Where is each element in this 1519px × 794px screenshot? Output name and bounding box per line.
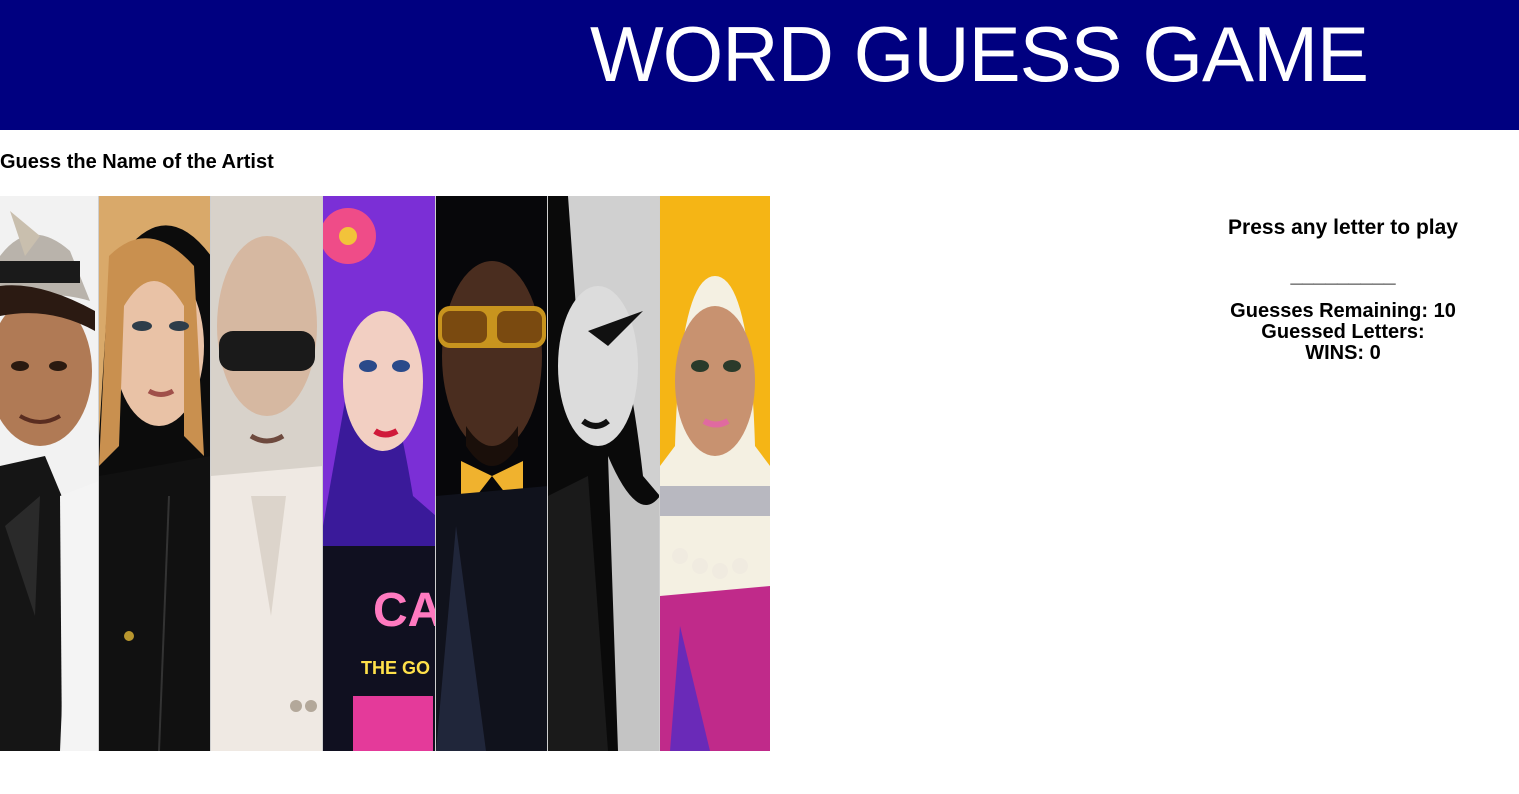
page-title: WORD GUESS GAME <box>590 10 1369 98</box>
artist-strip-3 <box>211 196 323 751</box>
game-stats: Guesses Remaining: 10 Guessed Letters: W… <box>1190 301 1496 364</box>
guesses-remaining: Guesses Remaining: 10 <box>1230 300 1456 322</box>
word-blanks: _________ <box>1290 264 1396 287</box>
artist-strip-7 <box>660 196 770 751</box>
game-status-panel: Press any letter to play _________ Guess… <box>1190 215 1496 364</box>
header-banner: WORD GUESS GAME <box>0 0 1519 130</box>
artist-strip-6 <box>548 196 660 751</box>
artist-strip-5 <box>436 196 548 751</box>
guessed-letters: Guessed Letters: <box>1261 321 1425 343</box>
artist-strip-1 <box>0 196 99 751</box>
artist-strip-4: CA THE GO <box>323 196 436 751</box>
shirt-text-1: CA <box>373 584 436 637</box>
play-prompt: Press any letter to play <box>1228 216 1458 239</box>
artist-strip-2 <box>99 196 211 751</box>
shirt-text-2: THE GO <box>361 658 430 678</box>
artist-collage-image: CA THE GO <box>0 196 770 751</box>
game-subtitle: Guess the Name of the Artist <box>0 151 274 173</box>
wins-count: WINS: 0 <box>1305 342 1381 364</box>
